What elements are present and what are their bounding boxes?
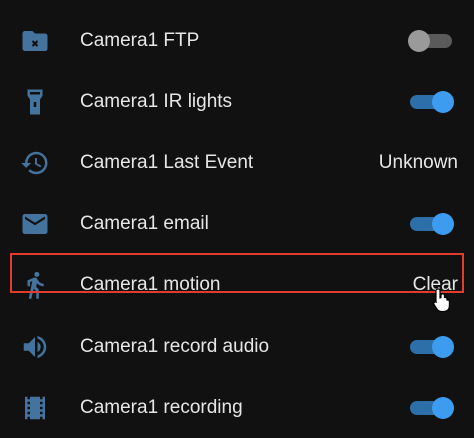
entity-label: Camera1 email bbox=[80, 213, 209, 234]
entity-label: Camera1 Last Event bbox=[80, 152, 254, 173]
entity-row-email[interactable]: Camera1 email bbox=[0, 193, 474, 254]
entity-label: Camera1 IR lights bbox=[80, 91, 233, 112]
filmstrip-icon bbox=[18, 391, 52, 425]
folder-remove-icon bbox=[18, 24, 52, 58]
ir-lights-toggle[interactable] bbox=[408, 91, 454, 113]
record-audio-toggle[interactable] bbox=[408, 336, 454, 358]
walk-icon bbox=[18, 268, 52, 302]
ftp-toggle[interactable] bbox=[408, 30, 454, 52]
entity-row-record-audio[interactable]: Camera1 record audio bbox=[0, 316, 474, 377]
entity-row-ftp[interactable]: Camera1 FTP bbox=[0, 10, 474, 71]
entity-label: Camera1 motion bbox=[80, 274, 221, 295]
email-toggle[interactable] bbox=[408, 213, 454, 235]
history-icon bbox=[18, 146, 52, 180]
entity-label: Camera1 FTP bbox=[80, 30, 200, 51]
recording-toggle[interactable] bbox=[408, 397, 454, 419]
hand-cursor-icon bbox=[433, 288, 450, 313]
volume-icon bbox=[18, 330, 52, 364]
email-icon bbox=[18, 207, 52, 241]
entity-row-motion[interactable]: Camera1 motion Clear bbox=[0, 254, 474, 315]
entity-label: Camera1 recording bbox=[80, 397, 243, 418]
entity-state: Unknown bbox=[378, 152, 458, 173]
flashlight-icon bbox=[18, 85, 52, 119]
entity-row-last-event[interactable]: Camera1 Last Event Unknown bbox=[0, 132, 474, 193]
entity-row-ir-lights[interactable]: Camera1 IR lights bbox=[0, 71, 474, 132]
entity-label: Camera1 record audio bbox=[80, 336, 270, 357]
entity-row-recording[interactable]: Camera1 recording bbox=[0, 377, 474, 438]
